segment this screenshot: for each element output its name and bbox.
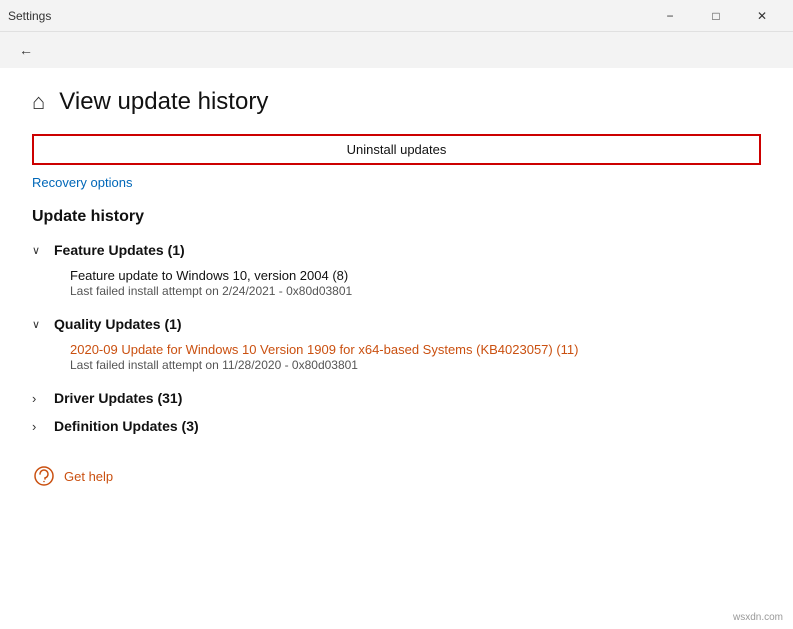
category-definition-updates-label: Definition Updates (3) [54, 418, 199, 434]
back-button[interactable]: ← [12, 36, 40, 64]
title-bar-controls: − □ ✕ [647, 0, 785, 32]
quality-update-item-0-status: Last failed install attempt on 11/28/202… [70, 358, 761, 372]
category-feature-updates-label: Feature Updates (1) [54, 242, 185, 258]
uninstall-updates-button[interactable]: Uninstall updates [32, 134, 761, 165]
category-quality-updates[interactable]: ∨ Quality Updates (1) [32, 310, 761, 338]
feature-update-item-0: Feature update to Windows 10, version 20… [32, 264, 761, 302]
category-definition-updates[interactable]: › Definition Updates (3) [32, 412, 761, 440]
close-button[interactable]: ✕ [739, 0, 785, 32]
quality-update-item-0: 2020-09 Update for Windows 10 Version 19… [32, 338, 761, 376]
get-help-row[interactable]: Get help [32, 464, 761, 488]
feature-update-item-0-title: Feature update to Windows 10, version 20… [70, 268, 761, 283]
nav-bar: ← [0, 32, 793, 68]
chevron-driver-updates: › [32, 391, 48, 406]
chevron-quality-updates: ∨ [32, 318, 48, 331]
maximize-button[interactable]: □ [693, 0, 739, 32]
recovery-options-link[interactable]: Recovery options [32, 175, 761, 190]
category-driver-updates-label: Driver Updates (31) [54, 390, 182, 406]
get-help-icon [32, 464, 56, 488]
page-title: View update history [59, 88, 268, 116]
update-history-section: Update history ∨ Feature Updates (1) Fea… [32, 208, 761, 440]
minimize-button[interactable]: − [647, 0, 693, 32]
category-driver-updates[interactable]: › Driver Updates (31) [32, 384, 761, 412]
watermark: wsxdn.com [733, 612, 783, 623]
title-bar-left: Settings [8, 9, 51, 23]
chevron-feature-updates: ∨ [32, 244, 48, 257]
get-help-label[interactable]: Get help [64, 469, 113, 484]
title-bar: Settings − □ ✕ [0, 0, 793, 32]
category-quality-updates-label: Quality Updates (1) [54, 316, 182, 332]
feature-update-item-0-status: Last failed install attempt on 2/24/2021… [70, 284, 761, 298]
update-history-title: Update history [32, 208, 761, 226]
app-title: Settings [8, 9, 51, 23]
category-feature-updates[interactable]: ∨ Feature Updates (1) [32, 236, 761, 264]
page-header-icon: ⌂ [32, 89, 45, 115]
chevron-definition-updates: › [32, 419, 48, 434]
main-content: ⌂ View update history Uninstall updates … [0, 68, 793, 629]
quality-update-item-0-title[interactable]: 2020-09 Update for Windows 10 Version 19… [70, 342, 761, 357]
page-header: ⌂ View update history [32, 88, 761, 116]
